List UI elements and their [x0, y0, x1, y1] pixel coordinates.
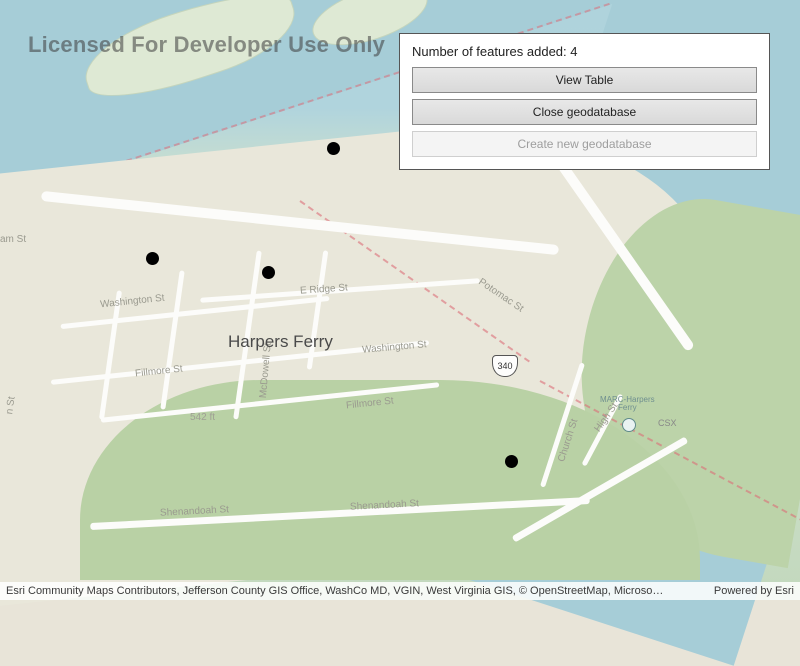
close-geodatabase-button[interactable]: Close geodatabase [412, 99, 757, 125]
control-panel: Number of features added: 4 View Table C… [399, 33, 770, 170]
map-canvas[interactable]: Washington St Washington St Fillmore St … [0, 0, 800, 600]
powered-by-label: Powered by Esri [714, 585, 794, 597]
license-watermark: Licensed For Developer Use Only [28, 32, 385, 58]
city-label: Harpers Ferry [228, 332, 333, 352]
transit-label: MARC-Harpers Ferry [600, 396, 655, 412]
feature-point[interactable] [505, 455, 518, 468]
street-label: am St [0, 234, 26, 245]
feature-count-status: Number of features added: 4 [412, 44, 757, 59]
view-table-button[interactable]: View Table [412, 67, 757, 93]
transit-label-line: Ferry [618, 403, 637, 412]
rail-label: CSX [658, 418, 677, 428]
elevation-label: 542 ft [190, 412, 215, 423]
transit-icon [622, 418, 636, 432]
feature-point[interactable] [327, 142, 340, 155]
status-prefix: Number of features added: [412, 44, 570, 59]
create-geodatabase-button: Create new geodatabase [412, 131, 757, 157]
feature-point[interactable] [262, 266, 275, 279]
status-count: 4 [570, 44, 577, 59]
attribution-text: Esri Community Maps Contributors, Jeffer… [6, 585, 663, 597]
feature-point[interactable] [146, 252, 159, 265]
attribution-bar: Esri Community Maps Contributors, Jeffer… [0, 582, 800, 600]
